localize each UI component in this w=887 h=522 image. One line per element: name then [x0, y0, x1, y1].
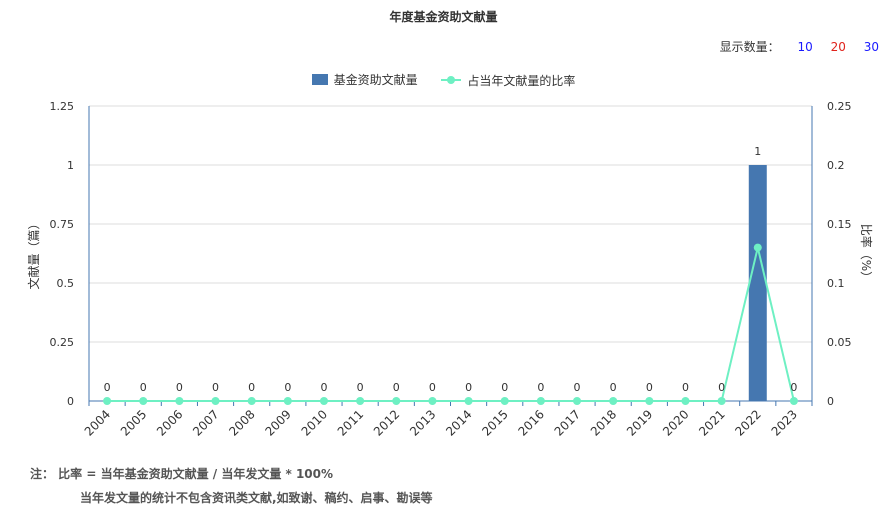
bar-data-label: 0	[140, 381, 147, 394]
ratio-point	[356, 397, 365, 405]
y-tick-label-right: 0.2	[827, 159, 845, 172]
bar-data-label: 0	[610, 381, 617, 394]
bar-data-label: 0	[429, 381, 436, 394]
y-tick-label-left: 1.25	[50, 100, 75, 113]
bar-data-label: 0	[212, 381, 219, 394]
x-tick-label: 2007	[190, 407, 221, 438]
x-tick-label: 2018	[588, 407, 619, 438]
bar-data-label: 0	[248, 381, 255, 394]
bar-data-label: 0	[718, 381, 725, 394]
y-tick-label-left: 0	[67, 395, 74, 408]
ratio-point	[573, 397, 582, 405]
ratio-point	[211, 397, 220, 405]
bar-data-label: 0	[104, 381, 111, 394]
ratio-point	[392, 397, 401, 405]
ratio-point	[536, 397, 545, 405]
bar-data-label: 0	[682, 381, 689, 394]
bar-data-label: 0	[574, 381, 581, 394]
bar-data-label: 0	[393, 381, 400, 394]
x-tick-label: 2017	[552, 407, 583, 438]
bar-data-label: 1	[754, 145, 761, 158]
x-tick-label: 2008	[226, 407, 257, 438]
ratio-point	[428, 397, 437, 405]
y-tick-label-right: 0	[827, 395, 834, 408]
x-tick-label: 2020	[660, 407, 691, 438]
x-tick-label: 2013	[407, 407, 438, 438]
y-axis-title-left: 文献量（篇）	[26, 217, 41, 289]
bar-data-label: 0	[320, 381, 327, 394]
y-tick-label-left: 0.5	[57, 277, 75, 290]
x-tick-label: 2005	[118, 407, 149, 438]
x-tick-label: 2011	[335, 407, 366, 438]
x-tick-label: 2016	[515, 407, 546, 438]
x-tick-label: 2006	[154, 407, 185, 438]
x-tick-label: 2023	[769, 407, 800, 438]
bar-data-label: 0	[357, 381, 364, 394]
x-tick-label: 2012	[371, 407, 402, 438]
x-tick-label: 2009	[262, 407, 293, 438]
ratio-point	[247, 397, 256, 405]
ratio-point	[681, 397, 690, 405]
bar-data-label: 0	[537, 381, 544, 394]
chart-canvas: 0 0.25 0.5 0.75 1 1.25 0 0.05 0.1 0.15 0.2 0.25 文献量（…	[26, 100, 874, 439]
y-tick-label-left: 1	[67, 159, 74, 172]
ratio-point	[717, 397, 726, 405]
ratio-point	[789, 397, 798, 405]
x-tick-label: 2015	[479, 407, 510, 438]
bar-data-label: 0	[646, 381, 653, 394]
ratio-point	[103, 397, 112, 405]
ratio-point	[464, 397, 473, 405]
bar-data-label: 0	[176, 381, 183, 394]
bar	[748, 165, 767, 401]
y-tick-label-left: 0.75	[50, 218, 75, 231]
ratio-point	[500, 397, 509, 405]
footnote-line-1: 注： 比率 = 当年基金资助文献量 / 当年发文量 * 100%	[30, 467, 334, 481]
ratio-point	[283, 397, 292, 405]
y-tick-label-right: 0.15	[827, 218, 852, 231]
ratio-point	[175, 397, 184, 405]
bar-data-label: 0	[501, 381, 508, 394]
ratio-point	[319, 397, 328, 405]
x-tick-label: 2004	[82, 407, 113, 438]
bar-data-label: 0	[790, 381, 797, 394]
y-tick-label-right: 0.25	[827, 100, 852, 113]
ratio-line	[107, 247, 795, 402]
x-tick-label: 2014	[443, 407, 474, 438]
ratio-point	[645, 397, 654, 405]
y-tick-label-right: 0.05	[827, 336, 852, 349]
ratio-point	[139, 397, 148, 405]
x-tick-label: 2021	[696, 407, 727, 438]
bar-data-label: 0	[284, 381, 291, 394]
footnote: 注： 比率 = 当年基金资助文献量 / 当年发文量 * 100% 当年发文量的统…	[30, 462, 433, 510]
ratio-point	[753, 243, 762, 252]
x-tick-label: 2019	[624, 407, 655, 438]
x-tick-label: 2022	[732, 407, 763, 438]
ratio-point	[609, 397, 618, 405]
y-axis-title-right: 比率（%）	[859, 224, 874, 283]
y-tick-label-right: 0.1	[827, 277, 845, 290]
x-tick-label: 2010	[299, 407, 330, 438]
y-tick-label-left: 0.25	[50, 336, 75, 349]
bar-data-label: 0	[465, 381, 472, 394]
footnote-line-2: 当年发文量的统计不包含资讯类文献,如致谢、稿约、启事、勘误等	[80, 491, 433, 505]
